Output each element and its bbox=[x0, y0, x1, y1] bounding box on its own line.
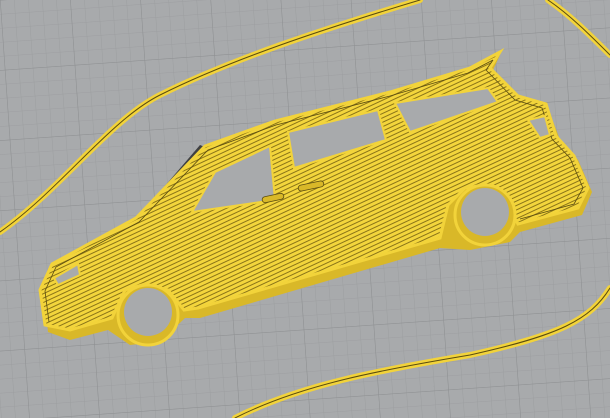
build-plate-viewport[interactable] bbox=[0, 0, 610, 418]
